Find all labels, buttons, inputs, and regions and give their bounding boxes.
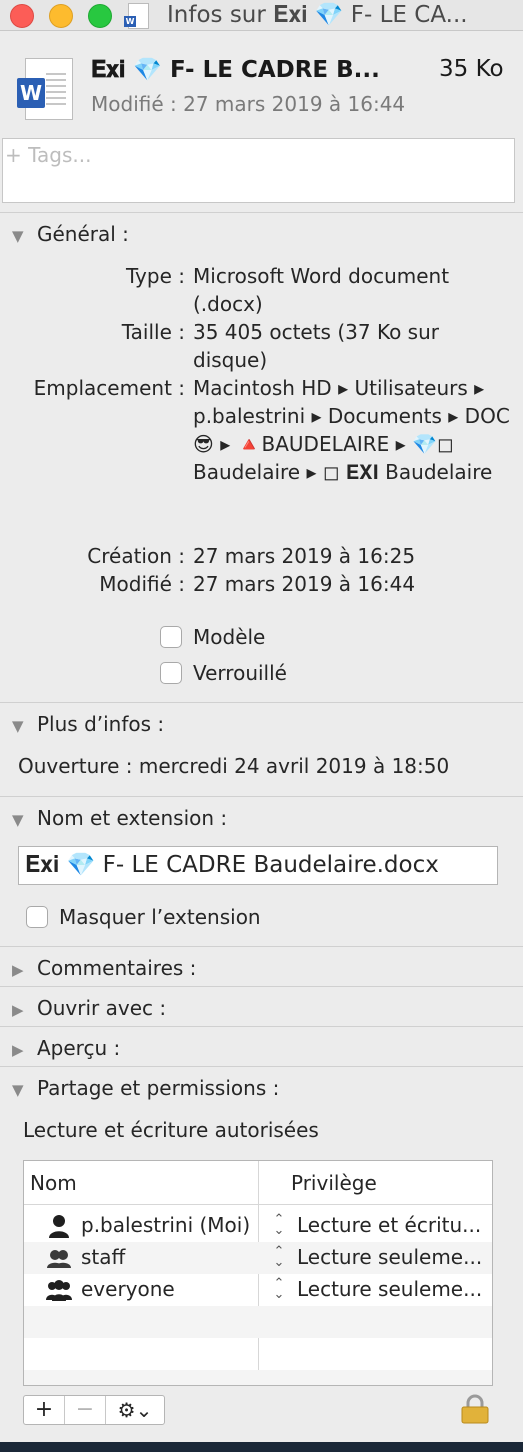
action-gear-button[interactable]: ⚙︎⌄ [106,1396,164,1424]
word-document-icon: W [124,3,149,29]
word-document-icon: W [17,58,73,120]
disclosure-open-icon[interactable]: ▼ [12,227,27,245]
permission-buttons: + − ⚙︎⌄ [23,1395,165,1425]
disclosure-open-icon[interactable]: ▼ [12,717,27,735]
created-value: 27 mars 2019 à 16:25 [193,544,416,568]
section-open-with[interactable]: ▶ Ouvrir avec : [12,996,166,1020]
everyone-icon [46,1280,72,1301]
privilege-select[interactable]: Lecture seuleme... [297,1245,489,1269]
template-checkbox[interactable] [160,626,182,648]
type-label: Type : [125,264,185,288]
permissions-table: Nom Privilège p.balestrini (Moi) ⌃ ⌄ Lect… [23,1160,493,1386]
empty-row [24,1370,492,1385]
column-privilege-header[interactable]: Privilège [291,1171,377,1195]
section-name-extension[interactable]: ▼ Nom et extension : [12,806,227,830]
file-name: 𝐄𝐱𝐢 💎 F- LE CADRE B... [91,57,380,83]
hide-extension-label: Masquer l’extension [59,905,261,929]
section-general[interactable]: ▼ Général : [12,222,129,246]
size-label: Taille : [121,320,185,344]
lock-icon[interactable] [461,1394,489,1424]
privilege-select[interactable]: Lecture seuleme... [297,1277,489,1301]
disclosure-open-icon[interactable]: ▼ [12,1081,27,1099]
last-opened: Ouverture : mercredi 24 avril 2019 à 18:… [18,754,450,778]
window-title: Infos sur 𝐄𝐱𝐢 💎 F- LE CA... [167,2,468,28]
disclosure-closed-icon[interactable]: ▶ [12,1001,27,1019]
privilege-stepper-icon[interactable]: ⌃ ⌄ [272,1277,286,1301]
user-icon [49,1215,69,1238]
locked-checkbox[interactable] [160,662,182,684]
type-value: Microsoft Word document (.docx) [193,264,450,316]
modified-value: 27 mars 2019 à 16:44 [193,572,416,596]
file-size: 35 Ko [439,56,504,82]
remove-user-button[interactable]: − [65,1396,105,1424]
minimize-button[interactable] [49,4,73,28]
add-user-button[interactable]: + [24,1396,64,1424]
location-label: Emplacement : [33,376,185,400]
disclosure-closed-icon[interactable]: ▶ [12,961,27,979]
section-comments[interactable]: ▶ Commentaires : [12,956,196,980]
template-label: Modèle [193,625,266,649]
privilege-select[interactable]: Lecture et écritu... [297,1213,489,1237]
sharing-status: Lecture et écriture autorisées [23,1118,319,1142]
column-name-header[interactable]: Nom [30,1171,77,1195]
privilege-stepper-icon[interactable]: ⌃ ⌄ [272,1213,286,1237]
filename-input[interactable]: 𝐄𝐱𝐢 💎 F- LE CADRE Baudelaire.docx [18,846,498,885]
zoom-button[interactable] [88,4,112,28]
disclosure-open-icon[interactable]: ▼ [12,811,27,829]
user-name: p.balestrini (Moi) [81,1213,251,1237]
tags-field[interactable]: + Tags... [2,138,515,203]
table-row[interactable]: staff ⌃ ⌄ Lecture seuleme... [24,1242,492,1274]
filename-value: 𝐄𝐱𝐢 💎 F- LE CADRE Baudelaire.docx [25,852,439,878]
privilege-stepper-icon[interactable]: ⌃ ⌄ [272,1245,286,1269]
user-name: staff [81,1245,126,1269]
title-bar: W Infos sur 𝐄𝐱𝐢 💎 F- LE CA... [0,0,523,30]
section-more-info[interactable]: ▼ Plus d’infos : [12,712,164,736]
hide-extension-checkbox[interactable] [26,906,48,928]
locked-label: Verrouillé [193,661,287,685]
disclosure-closed-icon[interactable]: ▶ [12,1041,27,1059]
section-sharing[interactable]: ▼ Partage et permissions : [12,1076,279,1100]
table-row[interactable]: everyone ⌃ ⌄ Lecture seuleme... [24,1274,492,1306]
location-value: Macintosh HD ▸ Utilisateurs ▸ p.balestri… [193,376,510,484]
size-value: 35 405 octets (37 Ko sur disque) [193,320,439,372]
close-button[interactable] [10,4,34,28]
tags-placeholder: + Tags... [5,143,92,167]
file-modified: Modifié : 27 mars 2019 à 16:44 [91,92,406,116]
section-preview[interactable]: ▶ Aperçu : [12,1036,120,1060]
empty-row [24,1306,492,1338]
modified-label: Modifié : [99,572,185,596]
created-label: Création : [87,544,185,568]
table-row[interactable]: p.balestrini (Moi) ⌃ ⌄ Lecture et écritu.… [24,1210,492,1242]
group-icon [47,1250,71,1268]
user-name: everyone [81,1277,175,1301]
